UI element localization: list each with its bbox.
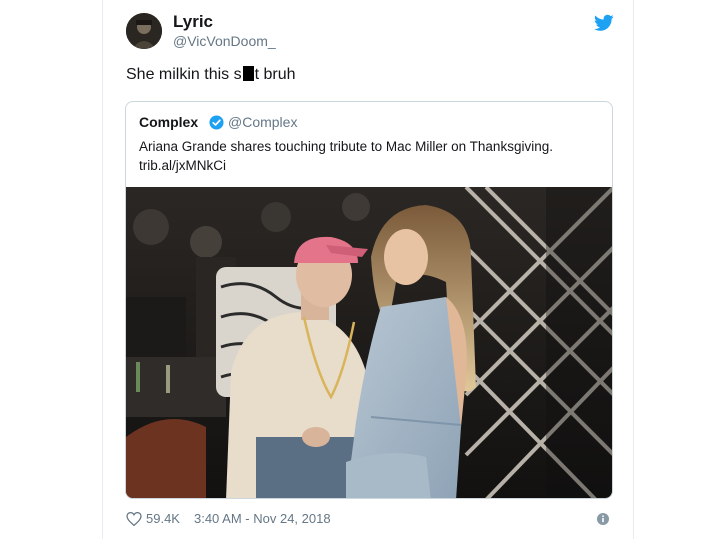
tweet-card: Lyric @VicVonDoom_ She milkin this s t br… <box>102 0 634 539</box>
timestamp[interactable]: 3:40 AM - Nov 24, 2018 <box>194 511 331 526</box>
quoted-author-name[interactable]: Complex <box>139 114 198 130</box>
author-name[interactable]: Lyric <box>173 12 213 32</box>
author-handle[interactable]: @VicVonDoom_ <box>173 33 276 49</box>
quoted-text-body: Ariana Grande shares touching tribute to… <box>139 139 553 154</box>
quoted-tweet[interactable]: Complex @Complex Ariana Grande shares to… <box>125 101 613 499</box>
like-count[interactable]: 59.4K <box>146 511 180 526</box>
heart-icon[interactable] <box>126 511 142 526</box>
quoted-photo[interactable] <box>126 187 613 499</box>
twitter-bird-icon[interactable] <box>594 14 614 32</box>
avatar-image <box>126 13 162 49</box>
author-avatar[interactable] <box>126 13 162 49</box>
tweet-text-end: t bruh <box>254 66 296 83</box>
tweet-footer: 59.4K 3:40 AM - Nov 24, 2018 <box>126 511 331 526</box>
censor-bar <box>242 66 254 81</box>
tweet-text: She milkin this s t bruh <box>126 66 296 84</box>
quoted-author-handle[interactable]: @Complex <box>228 114 297 130</box>
verified-badge-icon <box>209 115 224 130</box>
tweet-text-start: She milkin this s <box>126 66 242 83</box>
info-icon[interactable] <box>597 513 609 525</box>
quoted-link[interactable]: trib.al/jxMNkCi <box>139 156 599 175</box>
quoted-text: Ariana Grande shares touching tribute to… <box>139 137 599 175</box>
